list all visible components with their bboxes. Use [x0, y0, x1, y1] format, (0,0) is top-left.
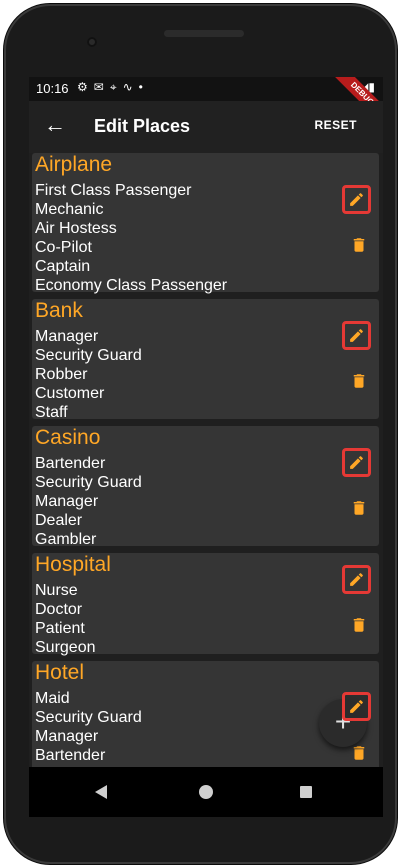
edit-button[interactable]: [342, 185, 371, 214]
place-name: Casino: [35, 426, 101, 449]
pencil-icon: [350, 329, 363, 342]
delete-button[interactable]: [350, 498, 368, 518]
place-name: Hospital: [35, 553, 111, 576]
role-list: First Class Passenger Mechanic Air Hoste…: [35, 181, 227, 295]
pencil-icon: [350, 456, 363, 469]
role-item: Robber: [35, 366, 88, 383]
role-item: Security Guard: [35, 709, 142, 726]
role-item: Security Guard: [35, 347, 142, 364]
arrow-left-icon: ←: [44, 112, 66, 137]
trash-icon: [353, 618, 365, 632]
trash-icon: [353, 746, 365, 760]
status-icons: ⚙✉⌖∿•: [77, 80, 149, 95]
role-item: Doctor: [35, 601, 83, 618]
delete-button[interactable]: [350, 235, 368, 255]
signal-wave-icon: ∿: [122, 80, 139, 94]
role-item: Dealer: [35, 512, 83, 529]
role-item: Security Guard: [35, 474, 142, 491]
reset-button[interactable]: RESET: [314, 118, 357, 132]
page-title: Edit Places: [94, 116, 191, 136]
nav-back-icon[interactable]: [95, 785, 107, 799]
role-item: Patient: [35, 620, 85, 637]
trash-icon: [353, 501, 365, 515]
gear-icon: ⚙: [77, 80, 94, 94]
role-item: Bartender: [35, 747, 106, 764]
place-name: Airplane: [35, 153, 113, 176]
delete-button[interactable]: [350, 615, 368, 635]
role-item: Co-Pilot: [35, 239, 92, 256]
nav-home-icon[interactable]: [199, 785, 213, 799]
dot-icon: •: [138, 80, 149, 94]
edit-button[interactable]: [342, 692, 371, 721]
trash-icon: [353, 238, 365, 252]
role-item: Manager: [35, 493, 99, 510]
delete-button[interactable]: [350, 743, 368, 763]
edit-button[interactable]: [342, 565, 371, 594]
role-list: Manager Security Guard Robber Customer S…: [35, 327, 142, 422]
role-item: Manager: [35, 728, 99, 745]
place-card: Casino Bartender Security Guard Manager …: [32, 426, 379, 549]
role-item: Captain: [35, 258, 91, 275]
delete-button[interactable]: [350, 371, 368, 391]
role-item: Gambler: [35, 531, 97, 548]
role-item: Mechanic: [35, 201, 104, 218]
phone-frame: 10:16 ⚙✉⌖∿• ▾◢▮ DEBUG ← Edit Places RESE…: [4, 4, 397, 864]
location-icon: ⌖: [109, 80, 123, 94]
place-card: Bank Manager Security Guard Robber Custo…: [32, 299, 379, 422]
screen: 10:16 ⚙✉⌖∿• ▾◢▮ DEBUG ← Edit Places RESE…: [29, 77, 383, 817]
role-item: Staff: [35, 404, 68, 421]
pencil-icon: [350, 193, 363, 206]
role-list: Bartender Security Guard Manager Dealer …: [35, 454, 142, 549]
edit-button[interactable]: [342, 321, 371, 350]
trash-icon: [353, 374, 365, 388]
pencil-icon: [350, 700, 363, 713]
role-item: Maid: [35, 690, 70, 707]
place-name: Hotel: [35, 661, 85, 684]
role-item: Economy Class Passenger: [35, 277, 228, 294]
app-bar: ← Edit Places RESET: [29, 101, 383, 153]
role-item: Bartender: [35, 455, 106, 472]
front-camera: [87, 37, 97, 47]
place-card: Hospital Nurse Doctor Patient Surgeon: [32, 553, 379, 657]
role-item: First Class Passenger: [35, 182, 192, 199]
role-item: Customer: [35, 385, 105, 402]
place-card: Airplane First Class Passenger Mechanic …: [32, 153, 379, 295]
status-bar: 10:16 ⚙✉⌖∿• ▾◢▮ DEBUG: [29, 77, 383, 131]
system-nav-bar: [29, 767, 383, 817]
role-item: Nurse: [35, 582, 78, 599]
role-item: Air Hostess: [35, 220, 117, 237]
pencil-icon: [350, 573, 363, 586]
status-time: 10:16: [36, 81, 69, 96]
role-item: Manager: [35, 328, 99, 345]
role-item: Surgeon: [35, 639, 96, 656]
speaker-grille: [164, 30, 244, 37]
nav-recents-icon[interactable]: [300, 786, 312, 798]
role-list: Maid Security Guard Manager Bartender: [35, 689, 142, 765]
mail-icon: ✉: [93, 80, 110, 94]
back-button[interactable]: ←: [43, 113, 67, 137]
place-name: Bank: [35, 299, 83, 322]
edit-button[interactable]: [342, 448, 371, 477]
role-list: Nurse Doctor Patient Surgeon: [35, 581, 96, 657]
